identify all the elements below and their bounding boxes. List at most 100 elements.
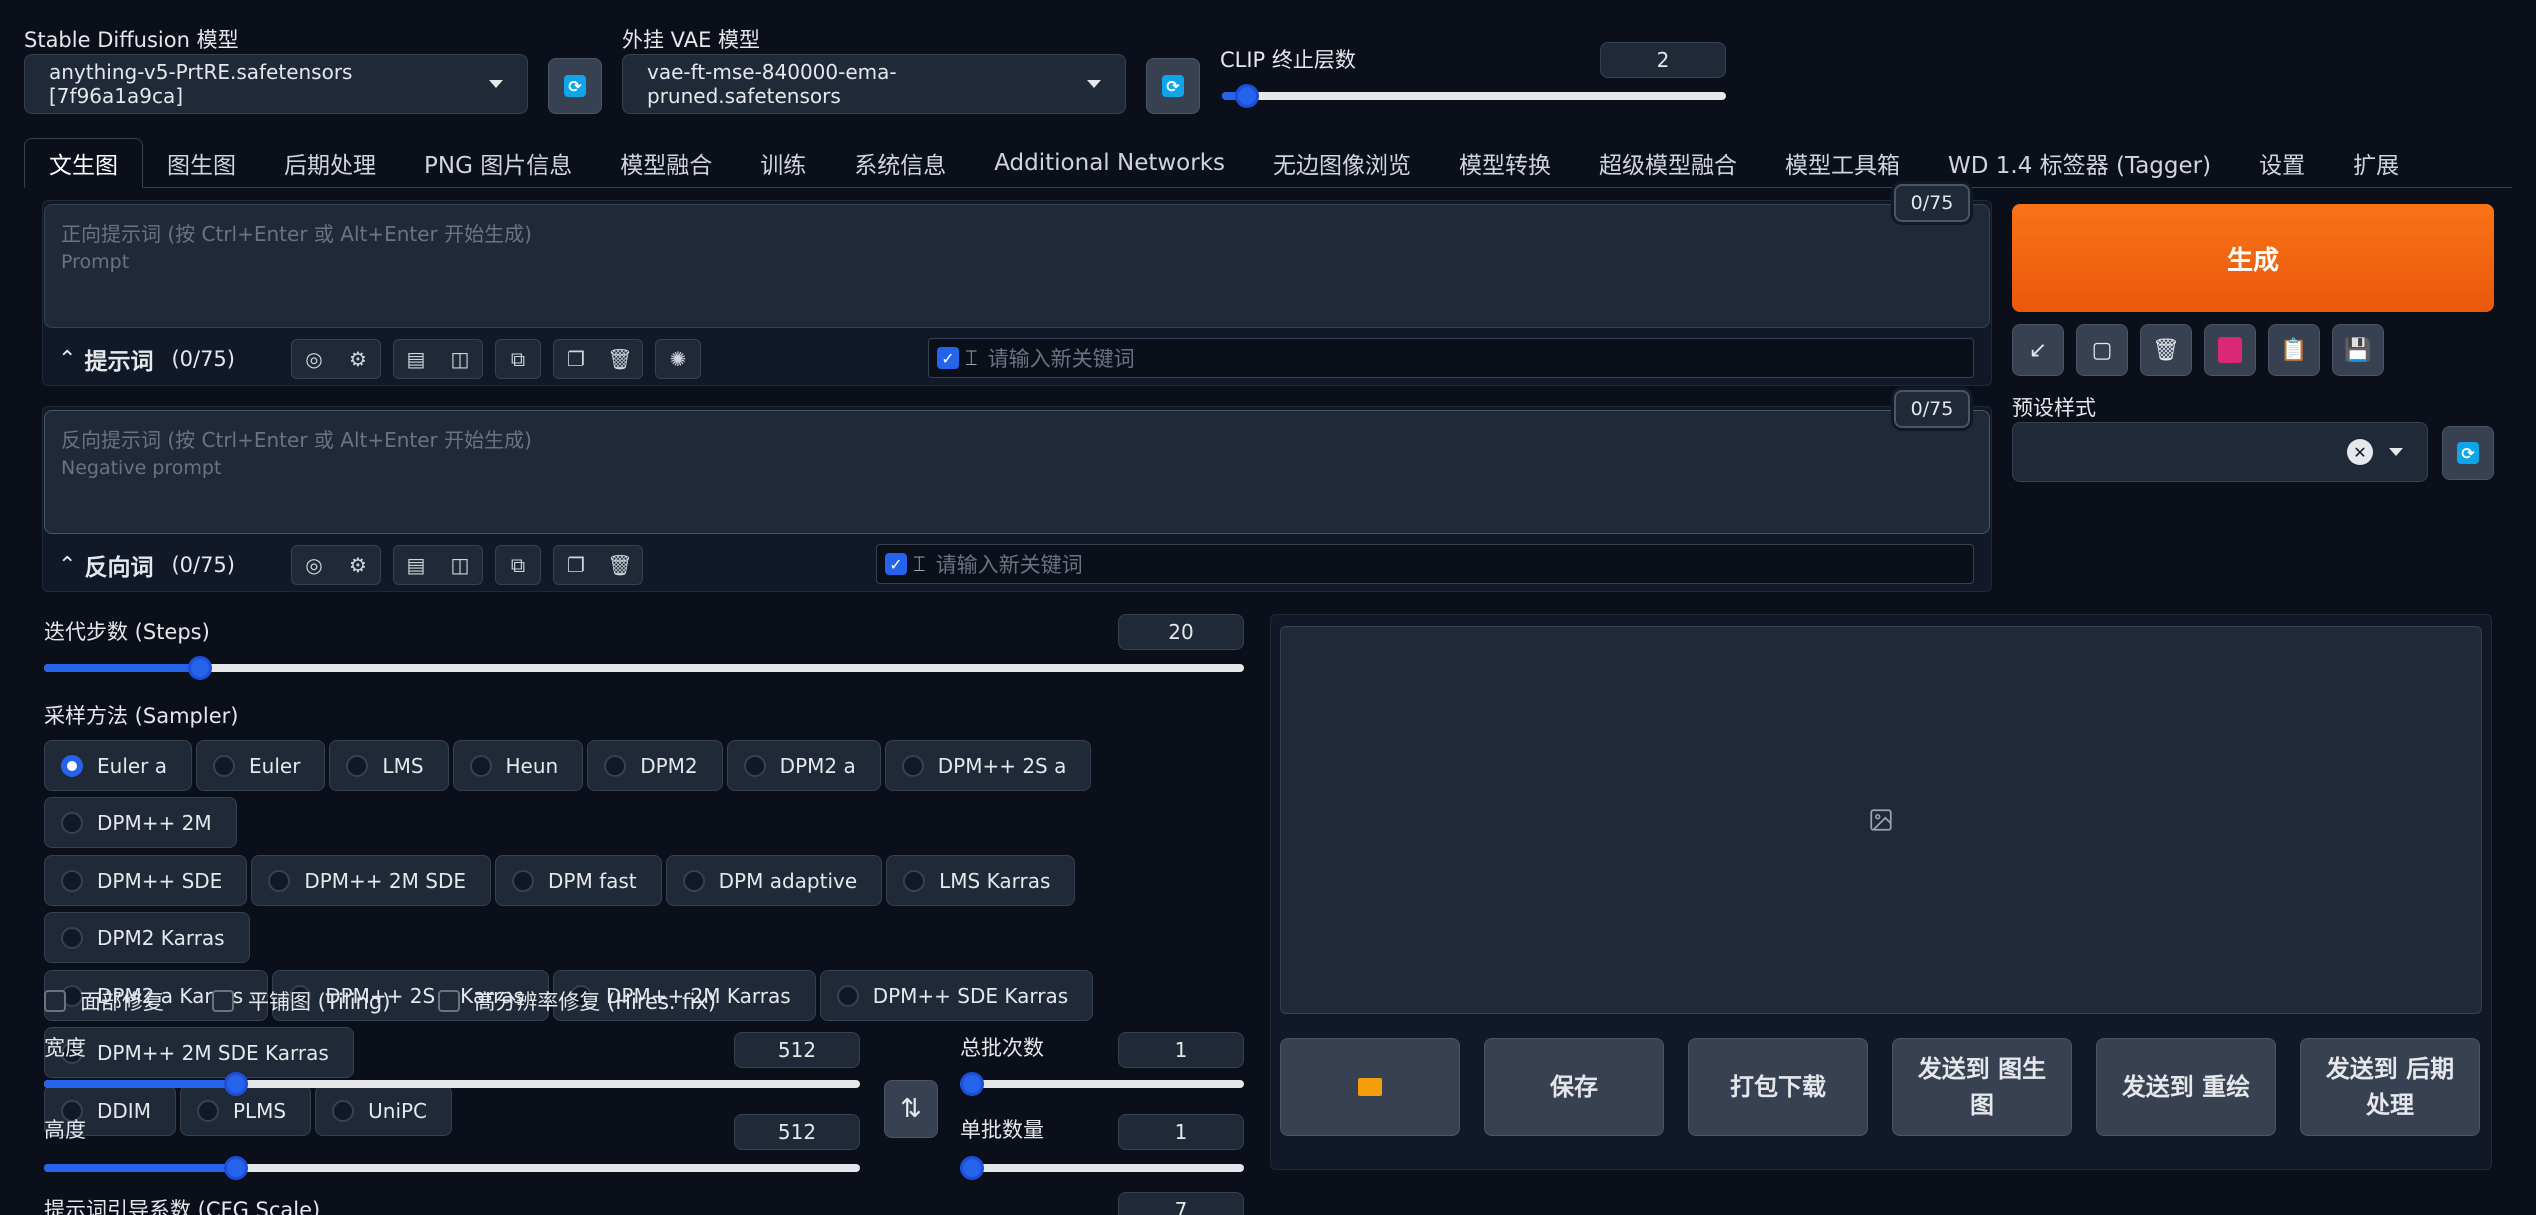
- square-icon[interactable]: ▢: [2076, 324, 2128, 376]
- trash-icon[interactable]: 🗑: [598, 546, 642, 584]
- send-to-inpaint-button[interactable]: 发送到 重绘: [2096, 1038, 2276, 1136]
- negative-textarea[interactable]: 反向提示词 (按 Ctrl+Enter 或 Alt+Enter 开始生成) Ne…: [44, 410, 1990, 534]
- keyword-checkbox[interactable]: ✓: [885, 553, 907, 575]
- sampler-option[interactable]: DPM++ SDE: [44, 855, 248, 906]
- tab-7[interactable]: Additional Networks: [970, 138, 1249, 188]
- height-slider[interactable]: [44, 1150, 860, 1186]
- steps-value-input[interactable]: 20: [1118, 614, 1244, 650]
- copy-icon[interactable]: ❐: [554, 340, 598, 378]
- clip-value-input[interactable]: 2: [1600, 42, 1726, 78]
- sampler-option[interactable]: Euler a: [44, 740, 193, 791]
- sampler-option[interactable]: DPM adaptive: [665, 855, 883, 906]
- tab-9[interactable]: 模型转换: [1435, 138, 1575, 188]
- slider-thumb[interactable]: [960, 1156, 984, 1180]
- batch-size-slider[interactable]: [960, 1150, 1244, 1186]
- sampler-option[interactable]: DPM2: [587, 740, 723, 791]
- clip-slider[interactable]: [1222, 78, 1726, 114]
- sampler-option[interactable]: DPM fast: [495, 855, 662, 906]
- slider-thumb[interactable]: [188, 656, 212, 680]
- open-folder-button[interactable]: [1280, 1038, 1460, 1136]
- image-card-icon[interactable]: [2204, 324, 2256, 376]
- translate-icon[interactable]: ⧉: [496, 340, 540, 378]
- slider-thumb[interactable]: [223, 1072, 248, 1096]
- negative-keyword-input[interactable]: ✓ ⌶ 请输入新关键词: [876, 544, 1974, 584]
- openai-icon[interactable]: ✺: [656, 340, 700, 378]
- sampler-option[interactable]: DPM2 a: [726, 740, 881, 791]
- tab-14[interactable]: 扩展: [2329, 138, 2423, 188]
- hires-fix-checkbox[interactable]: [438, 990, 461, 1012]
- tab-5[interactable]: 训练: [736, 138, 830, 188]
- sampler-option[interactable]: LMS: [329, 740, 449, 791]
- sampler-option[interactable]: DPM2 Karras: [44, 912, 250, 963]
- gear-icon[interactable]: ⚙: [336, 546, 380, 584]
- send-to-img2img-button[interactable]: 发送到 图生图: [1892, 1038, 2072, 1136]
- width-value-input[interactable]: 512: [734, 1032, 860, 1068]
- tab-2[interactable]: 后期处理: [260, 138, 400, 188]
- slider-thumb[interactable]: [960, 1072, 984, 1096]
- batch-count-value-input[interactable]: 1: [1118, 1032, 1244, 1068]
- gear-icon[interactable]: ⚙: [336, 340, 380, 378]
- steps-slider[interactable]: [44, 650, 1244, 686]
- clipboard-icon[interactable]: 📋: [2268, 324, 2320, 376]
- batch-count-slider[interactable]: [960, 1066, 1244, 1102]
- tiling-checkbox[interactable]: [212, 990, 234, 1012]
- save-icon[interactable]: 💾: [2332, 324, 2384, 376]
- batch-size-value-input[interactable]: 1: [1118, 1114, 1244, 1150]
- width-slider[interactable]: [44, 1066, 860, 1102]
- sampler-option-label: Heun: [505, 753, 559, 778]
- prompt-textarea[interactable]: 正向提示词 (按 Ctrl+Enter 或 Alt+Enter 开始生成) Pr…: [44, 204, 1990, 328]
- history-icon[interactable]: ▤: [394, 546, 438, 584]
- tab-0[interactable]: 文生图: [24, 138, 143, 188]
- sampler-option[interactable]: DPM++ 2M SDE: [251, 855, 491, 906]
- sampler-option[interactable]: LMS Karras: [886, 855, 1076, 906]
- copy-icon[interactable]: ❐: [554, 546, 598, 584]
- face-restore-checkbox[interactable]: [44, 990, 66, 1012]
- globe-icon[interactable]: ◎: [292, 546, 336, 584]
- globe-icon[interactable]: ◎: [292, 340, 336, 378]
- generate-button[interactable]: 生成: [2012, 204, 2494, 312]
- tab-1[interactable]: 图生图: [143, 138, 260, 188]
- sampler-option[interactable]: DPM++ 2M: [44, 797, 237, 848]
- tab-4[interactable]: 模型融合: [596, 138, 736, 188]
- radio-dot: [61, 811, 83, 834]
- prompt-keyword-input[interactable]: ✓ ⌶ 请输入新关键词: [928, 338, 1974, 378]
- history-icon[interactable]: ▤: [394, 340, 438, 378]
- arrow-icon[interactable]: ↙: [2012, 324, 2064, 376]
- translate-icon[interactable]: ⧉: [496, 546, 540, 584]
- bookmark-icon[interactable]: ◫: [438, 340, 482, 378]
- collapse-icon[interactable]: ⌃: [58, 347, 76, 372]
- sd-model-refresh-button[interactable]: ⟳: [548, 58, 602, 114]
- sd-model-dropdown[interactable]: anything-v5-PrtRE.safetensors [7f96a1a9c…: [24, 54, 528, 114]
- bookmark-icon[interactable]: ◫: [438, 546, 482, 584]
- refresh-icon: ⟳: [564, 75, 586, 97]
- vae-refresh-button[interactable]: ⟳: [1146, 58, 1200, 114]
- styles-dropdown[interactable]: ✕: [2012, 422, 2428, 482]
- tab-8[interactable]: 无边图像浏览: [1249, 138, 1435, 188]
- sampler-option[interactable]: DPM++ SDE Karras: [819, 970, 1094, 1021]
- collapse-icon[interactable]: ⌃: [58, 553, 76, 578]
- vae-dropdown[interactable]: vae-ft-mse-840000-ema-pruned.safetensors: [622, 54, 1126, 114]
- trash-icon[interactable]: 🗑: [598, 340, 642, 378]
- sampler-option-label: DPM2 Karras: [97, 925, 225, 950]
- trash-icon[interactable]: 🗑: [2140, 324, 2192, 376]
- slider-thumb[interactable]: [223, 1156, 248, 1180]
- tab-10[interactable]: 超级模型融合: [1575, 138, 1761, 188]
- send-to-extras-button[interactable]: 发送到 后期处理: [2300, 1038, 2480, 1136]
- height-value-input[interactable]: 512: [734, 1114, 860, 1150]
- cfg-value-input[interactable]: 7: [1118, 1192, 1244, 1215]
- styles-refresh-button[interactable]: ⟳: [2442, 426, 2494, 480]
- sampler-option[interactable]: DPM++ 2S a: [884, 740, 1092, 791]
- zip-download-button[interactable]: 打包下载: [1688, 1038, 1868, 1136]
- tab-11[interactable]: 模型工具箱: [1761, 138, 1924, 188]
- save-button[interactable]: 保存: [1484, 1038, 1664, 1136]
- clear-icon[interactable]: ✕: [2347, 439, 2373, 465]
- tab-13[interactable]: 设置: [2235, 138, 2329, 188]
- tab-6[interactable]: 系统信息: [830, 138, 970, 188]
- slider-thumb[interactable]: [1235, 84, 1260, 108]
- tab-3[interactable]: PNG 图片信息: [400, 138, 596, 188]
- swap-dimensions-button[interactable]: ⇅: [884, 1080, 938, 1138]
- keyword-checkbox[interactable]: ✓: [937, 347, 959, 369]
- sampler-option[interactable]: Euler: [196, 740, 326, 791]
- tab-12[interactable]: WD 1.4 标签器 (Tagger): [1924, 138, 2235, 188]
- sampler-option[interactable]: Heun: [452, 740, 584, 791]
